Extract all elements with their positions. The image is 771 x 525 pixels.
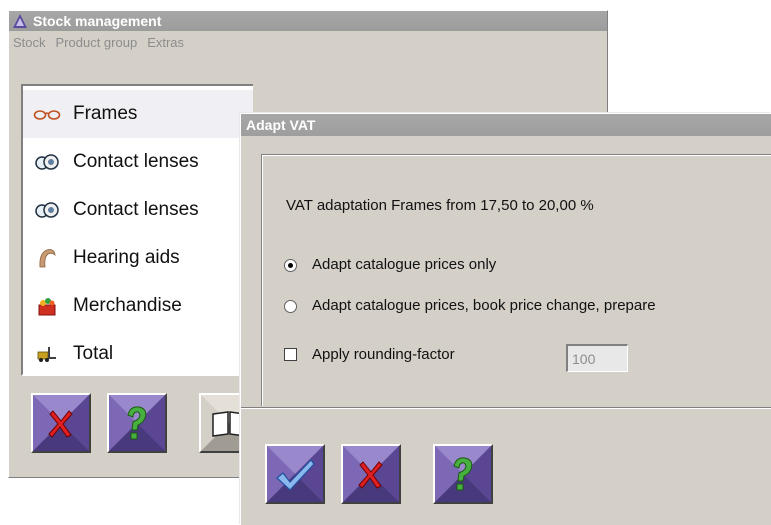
menu-stock[interactable]: Stock (13, 35, 46, 50)
ok-icon (267, 446, 323, 502)
list-item-contact-lenses-2[interactable]: Contact lenses (23, 186, 253, 234)
rounding-factor-input[interactable] (566, 344, 628, 372)
glasses-icon (33, 102, 61, 126)
list-item-label: Total (73, 343, 114, 364)
radio-prices-only[interactable] (284, 259, 297, 272)
option-prices-only-label[interactable]: Adapt catalogue prices only (312, 256, 496, 273)
list-item-label: Contact lenses (73, 199, 199, 220)
menu-bar: Stock Product group Extras (9, 32, 607, 52)
help-icon (435, 446, 491, 502)
contact-lens-icon (33, 150, 61, 174)
rounding-label[interactable]: Apply rounding-factor (312, 346, 455, 363)
separator (241, 407, 771, 409)
rounding-checkbox[interactable] (284, 348, 297, 361)
dialog-title: Adapt VAT (246, 117, 316, 133)
cancel-button[interactable] (31, 393, 91, 453)
hearing-aid-icon (33, 246, 61, 270)
list-item-label: Hearing aids (73, 247, 180, 268)
radio-full-update[interactable] (284, 300, 297, 313)
contact-lens-icon (33, 198, 61, 222)
help-button[interactable] (433, 444, 493, 504)
adapt-vat-dialog: Adapt VAT VAT adaptation Frames from 17,… (240, 113, 771, 525)
menu-product-group[interactable]: Product group (56, 35, 138, 50)
window-title: Stock management (33, 13, 162, 29)
list-item-total[interactable]: Total (23, 330, 253, 378)
title-bar[interactable]: Stock management (9, 11, 607, 31)
help-icon (109, 395, 165, 451)
help-button[interactable] (107, 393, 167, 453)
cancel-icon (33, 395, 89, 451)
forklift-icon (33, 342, 61, 366)
vat-message: VAT adaptation Frames from 17,50 to 20,0… (286, 197, 594, 214)
product-group-list[interactable]: Frames Contact lenses Contact lenses Hea… (21, 84, 253, 376)
cancel-icon (343, 446, 399, 502)
option-full-label[interactable]: Adapt catalogue prices, book price chang… (312, 297, 656, 314)
menu-extras[interactable]: Extras (147, 35, 184, 50)
list-item-contact-lenses-1[interactable]: Contact lenses (23, 138, 253, 186)
options-group (261, 154, 771, 406)
list-item-merchandise[interactable]: Merchandise (23, 282, 253, 330)
dialog-title-bar[interactable]: Adapt VAT (241, 114, 771, 136)
cancel-button[interactable] (341, 444, 401, 504)
list-item-hearing-aids[interactable]: Hearing aids (23, 234, 253, 282)
basket-icon (33, 294, 61, 318)
list-item-label: Merchandise (73, 295, 182, 316)
list-item-label: Frames (73, 103, 138, 124)
app-icon (11, 12, 29, 30)
list-item-frames[interactable]: Frames (23, 90, 253, 138)
ok-button[interactable] (265, 444, 325, 504)
list-item-label: Contact lenses (73, 151, 199, 172)
